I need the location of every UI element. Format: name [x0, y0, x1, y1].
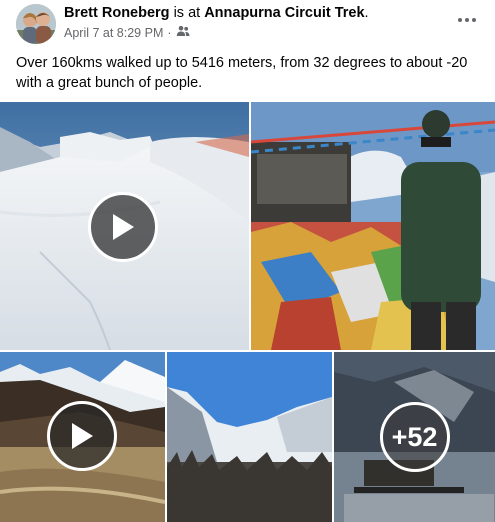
play-icon	[113, 214, 134, 240]
meta-separator: ·	[167, 25, 172, 40]
media-video-3[interactable]	[0, 352, 165, 522]
author-name-link[interactable]: Brett Roneberg	[64, 5, 170, 21]
play-icon	[72, 423, 93, 449]
play-button-1[interactable]	[88, 192, 158, 262]
media-photo-5[interactable]: +52	[334, 352, 495, 522]
post-card: Brett Roneberg is at Annapurna Circuit T…	[0, 0, 495, 522]
post-header-title: Brett Roneberg is at Annapurna Circuit T…	[64, 5, 369, 21]
play-button-3[interactable]	[47, 401, 117, 471]
post-message: Over 160kms walked up to 5416 meters, fr…	[16, 55, 468, 91]
post-options-button[interactable]	[453, 8, 481, 32]
location-link[interactable]: Annapurna Circuit Trek	[204, 5, 364, 21]
title-period: .	[364, 5, 369, 21]
more-horizontal-icon	[458, 18, 476, 22]
avatar[interactable]	[16, 4, 56, 44]
timestamp-link[interactable]: April 7 at 8:29 PM	[64, 26, 163, 40]
media-photo-4[interactable]	[167, 352, 332, 522]
media-thumbnail-2	[251, 102, 495, 350]
media-video-1[interactable]	[0, 102, 249, 350]
friends-icon[interactable]	[176, 25, 190, 40]
checkin-verb: is at	[169, 5, 205, 21]
media-thumbnail-4	[167, 352, 332, 522]
post-meta: April 7 at 8:29 PM ·	[64, 25, 190, 40]
media-photo-2[interactable]	[251, 102, 495, 350]
avatar-image	[16, 4, 56, 44]
more-media-count[interactable]: +52	[379, 402, 450, 472]
